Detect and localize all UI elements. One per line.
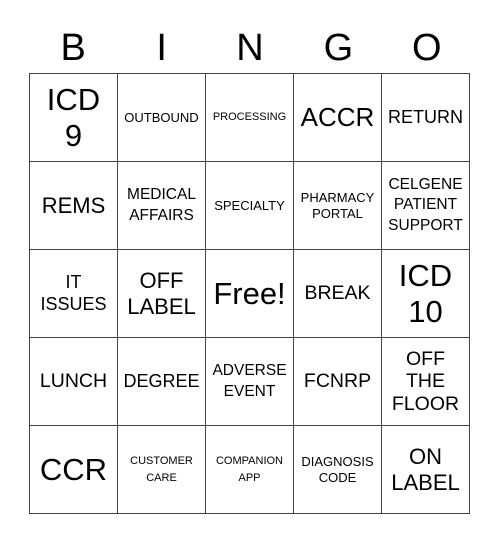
bingo-cell[interactable]: DIAGNOSIS CODE bbox=[294, 426, 382, 514]
cell-label: OFF THE FLOOR bbox=[391, 347, 460, 415]
cell-label: OFF LABEL bbox=[127, 268, 196, 319]
cell-label: REMS bbox=[41, 192, 106, 218]
bingo-cell[interactable]: ICD 10 bbox=[382, 250, 470, 338]
bingo-cell[interactable]: DEGREE bbox=[118, 338, 206, 426]
cell-label: CCR bbox=[39, 451, 108, 487]
cell-label: SPECIALTY bbox=[214, 197, 285, 213]
bingo-grid: ICD 9 OUTBOUND PROCESSING ACCR RETURN REMS MED… bbox=[29, 73, 470, 514]
bingo-cell[interactable]: ON LABEL bbox=[382, 426, 470, 514]
bingo-cell[interactable]: SPECIALTY bbox=[206, 162, 294, 250]
cell-label: DIAGNOSIS CODE bbox=[301, 453, 374, 485]
cell-label: ICD 9 bbox=[46, 81, 101, 153]
cell-label: RETURN bbox=[388, 106, 463, 127]
bingo-header: B I N G O bbox=[29, 22, 471, 74]
bingo-cell[interactable]: ICD 9 bbox=[30, 74, 118, 162]
bingo-cell[interactable]: FCNRP bbox=[294, 338, 382, 426]
cell-label: DEGREE bbox=[123, 370, 200, 391]
header-letter-n: N bbox=[236, 27, 264, 69]
cell-label: ON LABEL bbox=[391, 444, 460, 495]
bingo-cell[interactable]: OFF THE FLOOR bbox=[382, 338, 470, 426]
bingo-cell[interactable]: OUTBOUND bbox=[118, 74, 206, 162]
bingo-cell[interactable]: PROCESSING bbox=[206, 74, 294, 162]
cell-label: ACCR bbox=[300, 102, 375, 133]
header-letter-i: I bbox=[156, 27, 167, 69]
cell-label: CELGENE PATIENT SUPPORT bbox=[388, 176, 463, 234]
cell-label: Free! bbox=[213, 275, 286, 311]
cell-label: BREAK bbox=[304, 282, 371, 305]
cell-label: FCNRP bbox=[303, 370, 372, 393]
cell-label: OUTBOUND bbox=[124, 109, 199, 125]
free-space-cell[interactable]: Free! bbox=[206, 250, 294, 338]
cell-label: IT ISSUES bbox=[40, 272, 107, 314]
cell-label: MEDICAL AFFAIRS bbox=[127, 186, 196, 224]
cell-label: LUNCH bbox=[39, 370, 108, 393]
bingo-cell[interactable]: ADVERSE EVENT bbox=[206, 338, 294, 426]
header-letter-o: O bbox=[412, 27, 442, 69]
bingo-cell[interactable]: PHARMACY PORTAL bbox=[294, 162, 382, 250]
bingo-cell[interactable]: CCR bbox=[30, 426, 118, 514]
bingo-cell[interactable]: REMS bbox=[30, 162, 118, 250]
bingo-cell[interactable]: ACCR bbox=[294, 74, 382, 162]
cell-label: ICD 10 bbox=[398, 257, 453, 329]
bingo-cell[interactable]: BREAK bbox=[294, 250, 382, 338]
bingo-cell[interactable]: CELGENE PATIENT SUPPORT bbox=[382, 162, 470, 250]
cell-label: CUSTOMER CARE bbox=[130, 455, 193, 484]
header-letter-b: B bbox=[60, 27, 86, 69]
bingo-cell[interactable]: IT ISSUES bbox=[30, 250, 118, 338]
cell-label: ADVERSE EVENT bbox=[212, 362, 287, 400]
bingo-cell[interactable]: MEDICAL AFFAIRS bbox=[118, 162, 206, 250]
header-letter-g: G bbox=[323, 27, 354, 69]
cell-label: PHARMACY PORTAL bbox=[300, 189, 375, 221]
bingo-cell[interactable]: CUSTOMER CARE bbox=[118, 426, 206, 514]
cell-label: COMPANION APP bbox=[215, 455, 284, 484]
bingo-cell[interactable]: COMPANION APP bbox=[206, 426, 294, 514]
bingo-cell[interactable]: RETURN bbox=[382, 74, 470, 162]
bingo-cell[interactable]: OFF LABEL bbox=[118, 250, 206, 338]
cell-label: PROCESSING bbox=[212, 111, 287, 124]
bingo-cell[interactable]: LUNCH bbox=[30, 338, 118, 426]
